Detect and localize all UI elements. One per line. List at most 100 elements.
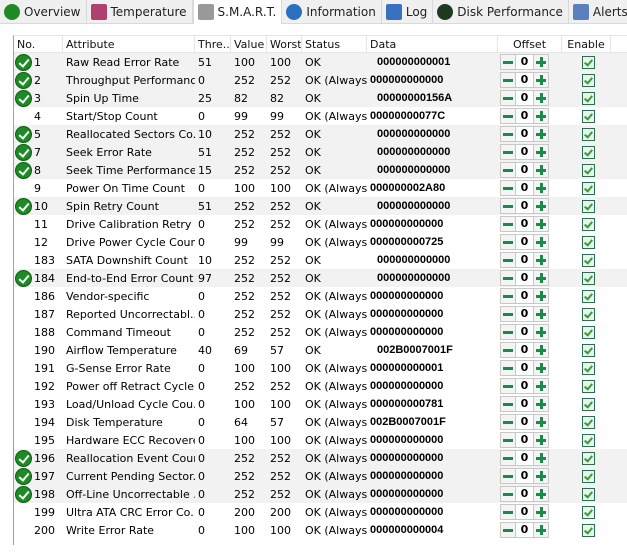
table-row[interactable]: 3 Spin Up Time 25 82 82 OK 00000000156A 0 [14, 89, 627, 107]
plus-button[interactable] [533, 324, 549, 340]
offset-value[interactable]: 0 [516, 378, 533, 394]
offset-value[interactable]: 0 [516, 144, 533, 160]
offset-value[interactable]: 0 [516, 324, 533, 340]
table-row[interactable]: 198 Off-Line Uncorrectable ... 0 252 252 OK (… [14, 485, 627, 503]
offset-value[interactable]: 0 [516, 54, 533, 70]
plus-button[interactable] [533, 486, 549, 502]
enable-checkbox[interactable] [581, 271, 595, 285]
enable-checkbox[interactable] [581, 145, 595, 159]
plus-button[interactable] [533, 342, 549, 358]
offset-value[interactable]: 0 [516, 306, 533, 322]
table-row[interactable]: 197 Current Pending Sector... 0 252 252 OK (A… [14, 467, 627, 485]
offset-value[interactable]: 0 [516, 180, 533, 196]
enable-checkbox[interactable] [581, 73, 595, 87]
table-row[interactable]: 10 Spin Retry Count 51 252 252 OK 000000000000… [14, 197, 627, 215]
enable-checkbox[interactable] [581, 451, 595, 465]
tab-temperature[interactable]: Temperature [87, 0, 193, 23]
minus-button[interactable] [500, 324, 516, 340]
offset-value[interactable]: 0 [516, 468, 533, 484]
table-row[interactable]: 192 Power off Retract Cycle ... 0 252 252 OK … [14, 377, 627, 395]
table-row[interactable]: 190 Airflow Temperature 40 69 57 OK 002B000700… [14, 341, 627, 359]
plus-button[interactable] [533, 378, 549, 394]
enable-checkbox[interactable] [581, 433, 595, 447]
table-row[interactable]: 2 Throughput Performance 0 252 252 OK (Always… [14, 71, 627, 89]
enable-checkbox[interactable] [581, 343, 595, 357]
offset-value[interactable]: 0 [516, 342, 533, 358]
minus-button[interactable] [500, 198, 516, 214]
plus-button[interactable] [533, 522, 549, 538]
minus-button[interactable] [500, 468, 516, 484]
enable-checkbox[interactable] [581, 307, 595, 321]
table-row[interactable]: 199 Ultra ATA CRC Error Co... 0 200 200 OK (A… [14, 503, 627, 521]
minus-button[interactable] [500, 360, 516, 376]
enable-checkbox[interactable] [581, 415, 595, 429]
table-row[interactable]: 11 Drive Calibration Retry ... 0 252 252 OK (… [14, 215, 627, 233]
enable-checkbox[interactable] [581, 325, 595, 339]
table-row[interactable]: 193 Load/Unload Cycle Cou... 0 100 100 OK (Al… [14, 395, 627, 413]
plus-button[interactable] [533, 198, 549, 214]
table-row[interactable]: 200Write Error Rate0100100OK (Always...0… [14, 521, 627, 539]
enable-checkbox[interactable] [581, 469, 595, 483]
table-row[interactable]: 196 Reallocation Event Count 0 252 252 OK (Al… [14, 449, 627, 467]
offset-value[interactable]: 0 [516, 162, 533, 178]
minus-button[interactable] [500, 180, 516, 196]
plus-button[interactable] [533, 396, 549, 412]
plus-button[interactable] [533, 126, 549, 142]
plus-button[interactable] [533, 504, 549, 520]
minus-button[interactable] [500, 342, 516, 358]
plus-button[interactable] [533, 270, 549, 286]
minus-button[interactable] [500, 378, 516, 394]
minus-button[interactable] [500, 306, 516, 322]
table-row[interactable]: 5 Reallocated Sectors Co... 10 252 252 OK 0000… [14, 125, 627, 143]
enable-checkbox[interactable] [581, 217, 595, 231]
offset-value[interactable]: 0 [516, 126, 533, 142]
offset-value[interactable]: 0 [516, 486, 533, 502]
plus-button[interactable] [533, 234, 549, 250]
plus-button[interactable] [533, 468, 549, 484]
minus-button[interactable] [500, 504, 516, 520]
offset-value[interactable]: 0 [516, 450, 533, 466]
offset-value[interactable]: 0 [516, 396, 533, 412]
plus-button[interactable] [533, 306, 549, 322]
enable-checkbox[interactable] [581, 379, 595, 393]
table-row[interactable]: 12 Drive Power Cycle Count 0 99 99 OK (Always… [14, 233, 627, 251]
column-header-7[interactable]: Offset [498, 35, 562, 53]
enable-checkbox[interactable] [581, 253, 595, 267]
minus-button[interactable] [500, 486, 516, 502]
minus-button[interactable] [500, 288, 516, 304]
minus-button[interactable] [500, 396, 516, 412]
table-row[interactable]: 191 G-Sense Error Rate 0 100 100 OK (Always..… [14, 359, 627, 377]
column-header-4[interactable]: Worst [267, 35, 302, 53]
enable-checkbox[interactable] [581, 487, 595, 501]
table-row[interactable]: 8 Seek Time Performance 15 252 252 OK 00000000… [14, 161, 627, 179]
plus-button[interactable] [533, 360, 549, 376]
minus-button[interactable] [500, 108, 516, 124]
plus-button[interactable] [533, 90, 549, 106]
minus-button[interactable] [500, 432, 516, 448]
column-header-3[interactable]: Value [231, 35, 267, 53]
plus-button[interactable] [533, 108, 549, 124]
minus-button[interactable] [500, 522, 516, 538]
enable-checkbox[interactable] [581, 523, 595, 537]
tab-disk-performance[interactable]: Disk Performance [433, 0, 569, 23]
minus-button[interactable] [500, 270, 516, 286]
minus-button[interactable] [500, 450, 516, 466]
plus-button[interactable] [533, 144, 549, 160]
minus-button[interactable] [500, 72, 516, 88]
plus-button[interactable] [533, 432, 549, 448]
minus-button[interactable] [500, 54, 516, 70]
minus-button[interactable] [500, 234, 516, 250]
minus-button[interactable] [500, 126, 516, 142]
column-header-8[interactable]: Enable [562, 35, 611, 53]
tab-alerts[interactable]: Alerts [569, 0, 627, 23]
minus-button[interactable] [500, 414, 516, 430]
enable-checkbox[interactable] [581, 289, 595, 303]
plus-button[interactable] [533, 252, 549, 268]
table-row[interactable]: 7 Seek Error Rate 51 252 252 OK 000000000000 0 [14, 143, 627, 161]
enable-checkbox[interactable] [581, 235, 595, 249]
offset-value[interactable]: 0 [516, 504, 533, 520]
column-header-0[interactable]: No. [14, 35, 63, 53]
plus-button[interactable] [533, 180, 549, 196]
table-row[interactable]: 187 Reported Uncorrectabl... 0 252 252 OK (Al… [14, 305, 627, 323]
plus-button[interactable] [533, 450, 549, 466]
